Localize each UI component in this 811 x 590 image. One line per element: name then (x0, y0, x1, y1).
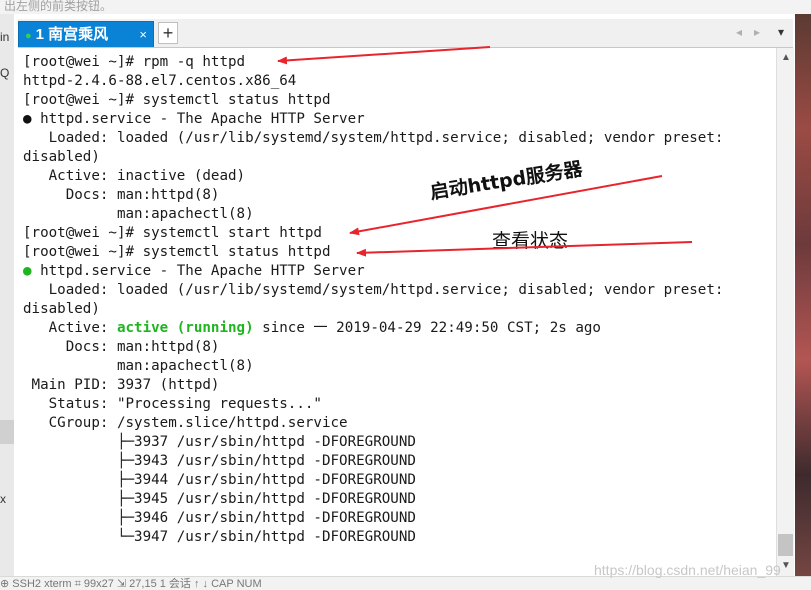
terminal-line: httpd-2.4.6-88.el7.centos.x86_64 (23, 73, 297, 89)
terminal-text: [root@wei ~]# rpm -q httpd httpd-2.4.6-88… (23, 53, 723, 547)
terminal-line: ├─3945 /usr/sbin/httpd -DFOREGROUND (23, 491, 416, 507)
terminal-line: ● httpd.service - The Apache HTTP Server (23, 111, 365, 127)
terminal-line: disabled) (23, 149, 100, 165)
terminal-line: CGroup: /system.slice/httpd.service (23, 415, 348, 431)
left-strip-label: in (0, 30, 10, 44)
scroll-tabs-left-icon[interactable]: ◂ (736, 25, 742, 39)
terminal-line: ├─3943 /usr/sbin/httpd -DFOREGROUND (23, 453, 416, 469)
terminal-line: Active: inactive (dead) (23, 168, 246, 184)
terminal-line: ● httpd.service - The Apache HTTP Server (23, 263, 365, 279)
vertical-scrollbar[interactable]: ▲ ▼ (776, 48, 794, 576)
desktop-background-edge (795, 14, 811, 590)
connected-status-icon: ● (25, 30, 32, 42)
terminal-output[interactable]: [root@wei ~]# rpm -q httpd httpd-2.4.6-88… (18, 48, 775, 576)
terminal-line: ├─3944 /usr/sbin/httpd -DFOREGROUND (23, 472, 416, 488)
terminal-line: disabled) (23, 301, 100, 317)
scroll-up-icon[interactable]: ▲ (781, 52, 791, 63)
service-running-dot-icon: ● (23, 263, 32, 279)
session-tab-bar: ● 1 南宫乘风 × + ◂ ▸ ▾ (18, 19, 793, 48)
terminal-line: man:apachectl(8) (23, 358, 254, 374)
scroll-tabs-right-icon[interactable]: ▸ (754, 25, 760, 39)
terminal-line: Active: active (running) since 一 2019-04… (23, 320, 601, 336)
background-window-text: 出左侧的前类按钮。 (0, 0, 811, 14)
terminal-line: Loaded: loaded (/usr/lib/systemd/system/… (23, 130, 724, 146)
close-tab-icon[interactable]: × (139, 22, 147, 48)
watermark: https://blog.csdn.net/heian_99 (594, 562, 781, 578)
terminal-line: Status: "Processing requests..." (23, 396, 322, 412)
active-running-status: active (running) (116, 320, 254, 336)
scroll-down-icon[interactable]: ▼ (781, 560, 791, 571)
left-strip-label: x (0, 492, 6, 506)
left-background-strip: in Q x (0, 14, 14, 590)
terminal-line: man:apachectl(8) (23, 206, 254, 222)
terminal-line: Loaded: loaded (/usr/lib/systemd/system/… (23, 282, 724, 298)
terminal-line: Docs: man:httpd(8) (23, 339, 220, 355)
status-bar: ⊕ SSH2 xterm ⌗ 99x27 ⇲ 27,15 1 会话 ↑ ↓ CA… (0, 576, 811, 590)
terminal-line: [root@wei ~]# systemctl status httpd (23, 244, 331, 260)
search-icon: Q (0, 66, 10, 80)
tab-session-1[interactable]: ● 1 南宫乘风 × (18, 21, 154, 47)
new-tab-button[interactable]: + (158, 22, 178, 44)
terminal-line: ├─3946 /usr/sbin/httpd -DFOREGROUND (23, 510, 416, 526)
service-inactive-dot-icon: ● (23, 111, 32, 127)
annotation-check-status: 查看状态 (492, 230, 569, 252)
scrollbar-thumb[interactable] (778, 534, 793, 556)
left-strip-block (0, 420, 14, 444)
terminal-line: [root@wei ~]# rpm -q httpd (23, 54, 246, 70)
terminal-line: [root@wei ~]# systemctl status httpd (23, 92, 331, 108)
terminal-line: [root@wei ~]# systemctl start httpd (23, 225, 322, 241)
tab-menu-chevron-down-icon[interactable]: ▾ (778, 25, 784, 39)
terminal-line: Docs: man:httpd(8) (23, 187, 220, 203)
terminal-line: ├─3937 /usr/sbin/httpd -DFOREGROUND (23, 434, 416, 450)
tab-label: 1 南宫乘风 (35, 26, 109, 43)
terminal-line: └─3947 /usr/sbin/httpd -DFOREGROUND (23, 529, 416, 545)
terminal-line: Main PID: 3937 (httpd) (23, 377, 220, 393)
